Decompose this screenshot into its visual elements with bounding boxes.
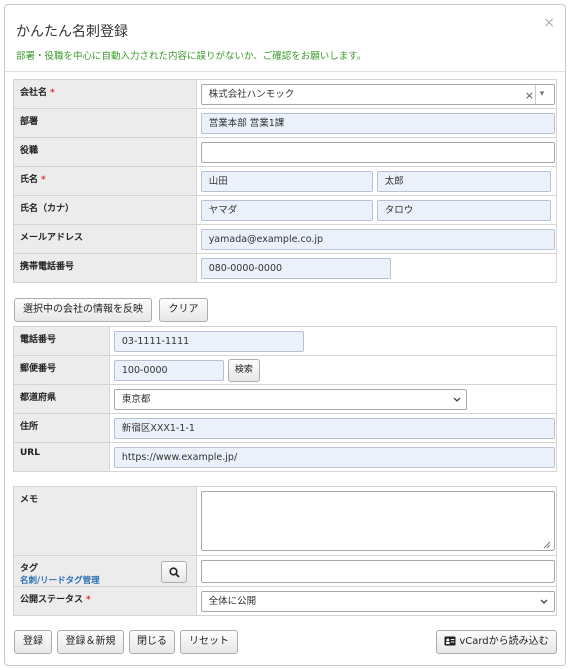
zip-label: 郵便番号 bbox=[13, 355, 110, 385]
last-kana-input[interactable]: ヤマダ bbox=[200, 200, 373, 221]
phone-input[interactable]: 03-1111-1111 bbox=[113, 331, 304, 352]
kana-label: 氏名（カナ） bbox=[13, 195, 197, 225]
email-input[interactable]: yamada@example.co.jp bbox=[200, 229, 555, 250]
id-card-icon bbox=[444, 636, 456, 646]
zip-search-button[interactable]: 検索 bbox=[227, 359, 260, 382]
chevron-down-icon[interactable]: ▾ bbox=[540, 89, 545, 99]
prefecture-value: 東京都 bbox=[121, 394, 151, 405]
status-select[interactable]: 全体に公開 bbox=[200, 591, 555, 612]
memo-label: メモ bbox=[13, 486, 197, 556]
clear-icon[interactable]: × bbox=[525, 89, 534, 102]
company-select-value: 株式会社ハンモック bbox=[208, 89, 295, 100]
close-button[interactable]: 閉じる bbox=[129, 630, 175, 654]
dept-input[interactable]: 営業本部 営業1課 bbox=[200, 113, 555, 134]
vcard-import-button[interactable]: vCardから読み込む bbox=[436, 630, 557, 654]
company-select[interactable]: 株式会社ハンモック bbox=[200, 84, 555, 105]
dialog-subtitle: 部署・役職を中心に自動入力された内容に誤りがないか、ご確認をお願いします。 bbox=[16, 51, 367, 62]
clear-button[interactable]: クリア bbox=[159, 298, 208, 322]
company-label: 会社名 * bbox=[13, 79, 197, 109]
first-kana-input[interactable]: タロウ bbox=[376, 200, 551, 221]
contact-form-table: 会社名 * 株式会社ハンモック × ▾ 部署 営業本部 営業1課 役職 氏名 * 山… bbox=[13, 79, 558, 283]
chevron-down-icon[interactable] bbox=[453, 397, 461, 403]
position-label: 役職 bbox=[13, 137, 197, 167]
last-name-input[interactable]: 山田 bbox=[200, 171, 373, 192]
dialog-title: かんたん名刺登録 bbox=[16, 24, 128, 40]
chevron-down-icon[interactable] bbox=[540, 599, 548, 605]
prefecture-select[interactable]: 東京都 bbox=[113, 389, 467, 410]
memo-textarea[interactable] bbox=[200, 491, 555, 551]
required-mark: * bbox=[86, 595, 91, 605]
close-icon[interactable]: × bbox=[543, 15, 555, 31]
zip-input[interactable]: 100-0000 bbox=[113, 360, 224, 381]
mobile-input[interactable]: 080-0000-0000 bbox=[200, 258, 391, 279]
name-label: 氏名 * bbox=[13, 166, 197, 196]
tag-input[interactable] bbox=[200, 560, 555, 583]
position-input[interactable] bbox=[200, 142, 555, 163]
status-value: 全体に公開 bbox=[208, 596, 257, 607]
register-and-new-button[interactable]: 登録＆新規 bbox=[57, 630, 124, 654]
phone-label: 電話番号 bbox=[13, 326, 110, 356]
reflect-company-button[interactable]: 選択中の会社の情報を反映 bbox=[14, 298, 152, 322]
dept-label: 部署 bbox=[13, 108, 197, 138]
resize-handle-icon[interactable] bbox=[542, 540, 551, 549]
search-icon bbox=[168, 567, 180, 578]
tag-label-cell: タグ 名刺/リードタグ管理 bbox=[13, 555, 197, 587]
mobile-label: 携帯電話番号 bbox=[13, 253, 197, 283]
prefecture-label: 都道府県 bbox=[13, 384, 110, 414]
reset-button[interactable]: リセット bbox=[180, 630, 238, 654]
url-input[interactable]: https://www.example.jp/ bbox=[113, 447, 555, 468]
required-mark: * bbox=[50, 88, 55, 98]
vcard-import-label: vCardから読み込む bbox=[459, 636, 549, 647]
first-name-input[interactable]: 太郎 bbox=[376, 171, 551, 192]
address-label: 住所 bbox=[13, 413, 110, 443]
extra-info-table: メモ タグ 名刺/リードタグ管理 公開ステータス * 全体に公開 bbox=[13, 486, 558, 616]
email-label: メールアドレス bbox=[13, 224, 197, 254]
address-input[interactable]: 新宿区XXX1-1-1 bbox=[113, 418, 555, 439]
url-label: URL bbox=[13, 442, 110, 472]
divider bbox=[5, 71, 565, 72]
select-divider bbox=[534, 85, 536, 104]
company-info-table: 電話番号 03-1111-1111 郵便番号 100-0000 検索 都道府県 … bbox=[13, 326, 558, 472]
tag-search-button[interactable] bbox=[161, 561, 187, 583]
required-mark: * bbox=[41, 175, 46, 185]
register-button[interactable]: 登録 bbox=[14, 630, 52, 654]
status-label: 公開ステータス * bbox=[13, 586, 197, 616]
